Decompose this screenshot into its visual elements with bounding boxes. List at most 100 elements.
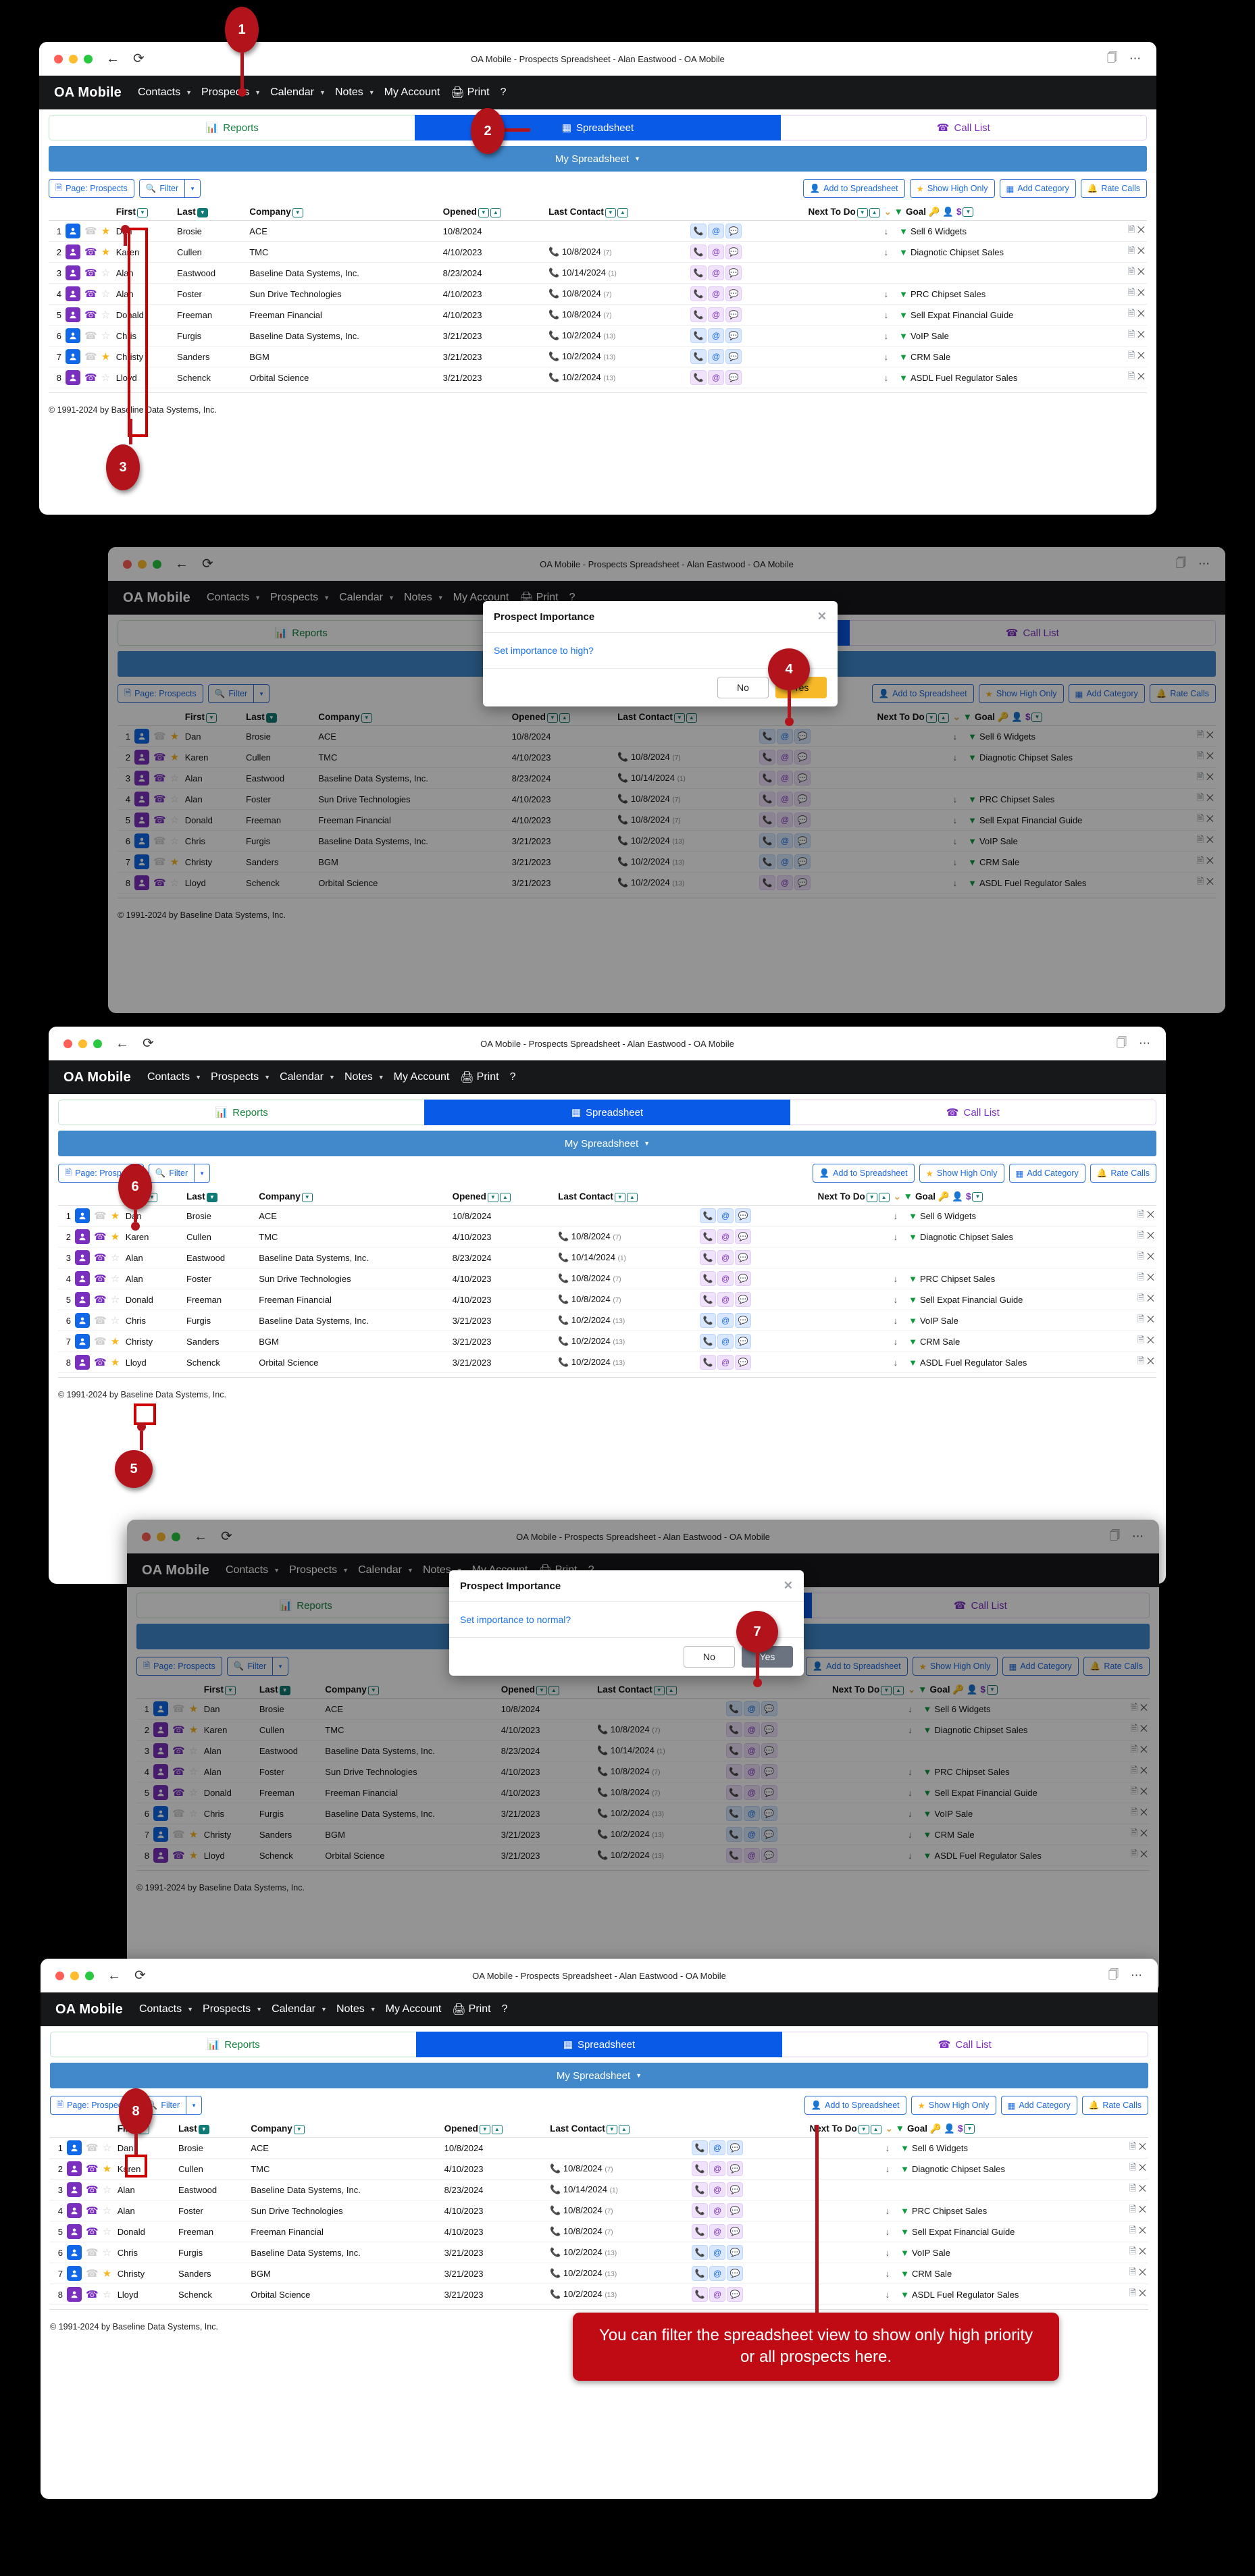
telephone-icon[interactable]: ☎ — [84, 267, 97, 279]
priority-star-icon[interactable]: ★ — [101, 247, 110, 258]
remove-row-icon[interactable]: ✕ — [1139, 2288, 1146, 2298]
chevron-down-icon[interactable]: ▼ — [274, 1567, 280, 1574]
nav-item-my-account[interactable]: My Account — [394, 1071, 450, 1083]
email-action-icon[interactable]: @ — [743, 1701, 760, 1716]
note-action-icon[interactable]: 💬 — [761, 1827, 777, 1842]
contact-avatar-icon[interactable] — [153, 1827, 168, 1842]
remove-row-icon[interactable]: ✕ — [1137, 266, 1145, 276]
nav-item-prospects[interactable]: Prospects — [270, 592, 318, 604]
contact-avatar-icon[interactable] — [66, 286, 80, 301]
telephone-icon[interactable]: ☎ — [94, 1210, 107, 1222]
contact-avatar-icon[interactable] — [134, 792, 149, 806]
window-controls[interactable] — [63, 1039, 102, 1048]
col-opened[interactable]: Opened ▼ ▲ — [498, 1682, 595, 1699]
nav-item-my-account[interactable]: My Account — [386, 2003, 442, 2015]
contact-avatar-icon[interactable] — [75, 1250, 90, 1265]
priority-star-icon[interactable]: ★ — [170, 731, 179, 742]
note-action-icon[interactable]: 💬 — [727, 2287, 744, 2302]
close-icon[interactable]: ✕ — [817, 610, 827, 623]
priority-star-icon[interactable]: ☆ — [111, 1273, 120, 1285]
note-action-icon[interactable]: 💬 — [735, 1250, 752, 1265]
minimize-window-dot[interactable] — [69, 54, 78, 63]
table-row[interactable]: 4 ☎ ☆ Alan Foster Sun Drive Technologies 4/10/… — [50, 2200, 1148, 2221]
email-action-icon[interactable]: @ — [708, 244, 725, 259]
tab-reports[interactable]: 📊 Reports — [49, 115, 415, 140]
call-action-icon[interactable]: 📞 — [700, 1229, 717, 1244]
note-action-icon[interactable]: 💬 — [725, 349, 742, 364]
add-category-button[interactable]: ▦ Add Category — [1068, 684, 1145, 703]
table-row[interactable]: 8 ☎ ☆ Lloyd Schenck Orbital Science 3/21/2023 📞… — [50, 2284, 1148, 2305]
document-icon[interactable]: 🗎 — [1137, 1314, 1144, 1324]
table-row[interactable]: 4 ☎ ☆ Alan Foster Sun Drive Technologies 4/10/… — [58, 1268, 1156, 1289]
col-goal[interactable]: ⌄ ▼ Goal 🔑 👤 $ ▼ — [950, 709, 1185, 726]
document-icon[interactable]: 🗎 — [1131, 1723, 1137, 1733]
contact-avatar-icon[interactable] — [134, 771, 149, 785]
sort-last-contact-asc-icon[interactable]: ▲ — [617, 207, 628, 217]
col-next-to-do[interactable]: Next To Do ▼ ▲ — [822, 709, 951, 726]
sort-opened-asc-icon[interactable]: ▲ — [490, 207, 501, 217]
call-action-icon[interactable]: 📞 — [725, 1764, 742, 1779]
priority-star-icon[interactable]: ☆ — [170, 794, 179, 805]
telephone-icon[interactable]: ☎ — [172, 1829, 185, 1840]
app-brand[interactable]: OA Mobile — [63, 1070, 131, 1085]
document-icon[interactable]: 🗎 — [1197, 750, 1204, 761]
call-action-icon[interactable]: 📞 — [700, 1334, 717, 1349]
contact-avatar-icon[interactable] — [67, 2266, 82, 2281]
sort-company-icon[interactable]: ▼ — [293, 2124, 305, 2134]
note-action-icon[interactable]: 💬 — [727, 2140, 744, 2155]
tab-call-list[interactable]: ☎ Call List — [790, 1100, 1156, 1125]
remove-row-icon[interactable]: ✕ — [1139, 2141, 1146, 2151]
document-icon[interactable]: 🗎 — [1129, 2267, 1136, 2277]
show-high-only-button[interactable]: ★ Show High Only — [978, 684, 1064, 703]
sort-last-icon[interactable]: ▼ — [279, 1685, 290, 1695]
sort-last-icon[interactable]: ▼ — [198, 2124, 209, 2134]
note-action-icon[interactable]: 💬 — [794, 771, 811, 785]
col-last[interactable]: Last ▼ — [175, 204, 248, 221]
remove-row-icon[interactable]: ✕ — [1147, 1356, 1154, 1366]
remove-row-icon[interactable]: ✕ — [1147, 1314, 1154, 1324]
email-action-icon[interactable]: @ — [743, 1764, 760, 1779]
table-row[interactable]: 2 ☎ ★ Karen Cullen TMC 4/10/2023 📞 10/8/2024 (7… — [136, 1719, 1150, 1741]
tab-call-list[interactable]: ☎ Call List — [849, 620, 1216, 646]
reader-view-icon[interactable]: 🗍 — [1107, 51, 1117, 68]
telephone-icon[interactable]: ☎ — [86, 2247, 99, 2259]
sort-first-icon[interactable]: ▼ — [205, 713, 217, 723]
remove-row-icon[interactable]: ✕ — [1137, 308, 1145, 318]
priority-star-icon[interactable]: ☆ — [189, 1766, 198, 1778]
col-last[interactable]: Last ▼ — [184, 1189, 257, 1206]
email-action-icon[interactable]: @ — [708, 265, 725, 280]
document-icon[interactable]: 🗎 — [1131, 1702, 1137, 1712]
contact-avatar-icon[interactable] — [153, 1722, 168, 1737]
col-last-contact[interactable]: Last Contact ▼ ▲ — [556, 1189, 698, 1206]
nav-item-calendar[interactable]: Calendar — [280, 1071, 324, 1083]
contact-avatar-icon[interactable] — [66, 224, 80, 238]
email-action-icon[interactable]: @ — [743, 1827, 760, 1842]
call-action-icon[interactable]: 📞 — [700, 1250, 717, 1265]
document-icon[interactable]: 🗎 — [1137, 1293, 1144, 1303]
call-action-icon[interactable]: 📞 — [690, 244, 707, 259]
contact-avatar-icon[interactable] — [153, 1848, 168, 1863]
nav-item-notes[interactable]: Notes — [336, 2003, 365, 2015]
call-action-icon[interactable]: 📞 — [690, 370, 707, 385]
reload-icon[interactable]: ⟳ — [143, 1037, 154, 1050]
telephone-icon[interactable]: ☎ — [84, 247, 97, 258]
sort-last-contact-asc-icon[interactable]: ▲ — [686, 713, 697, 723]
call-action-icon[interactable]: 📞 — [759, 813, 776, 827]
back-arrow-icon[interactable]: ← — [106, 52, 120, 66]
show-high-only-button[interactable]: ★ Show High Only — [912, 1657, 998, 1676]
sort-opened-asc-icon[interactable]: ▲ — [499, 1192, 511, 1202]
more-options-icon[interactable]: ⋯ — [1139, 1037, 1151, 1050]
email-action-icon[interactable]: @ — [777, 750, 794, 765]
telephone-icon[interactable]: ☎ — [86, 2163, 99, 2175]
telephone-icon[interactable]: ☎ — [172, 1808, 185, 1820]
telephone-icon[interactable]: ☎ — [84, 309, 97, 321]
close-icon[interactable]: ✕ — [784, 1579, 793, 1593]
call-action-icon[interactable]: 📞 — [725, 1785, 742, 1800]
document-icon[interactable]: 🗎 — [1197, 813, 1204, 823]
col-goal[interactable]: ⌄ ▼ Goal 🔑 👤 $ ▼ — [881, 204, 1116, 221]
contact-avatar-icon[interactable] — [66, 265, 80, 280]
col-last-contact[interactable]: Last Contact ▼ ▲ — [548, 2121, 690, 2138]
col-goal[interactable]: ⌄ ▼ Goal 🔑 👤 $ ▼ — [891, 1189, 1125, 1206]
filter-dropdown-button[interactable]: ▼ — [254, 684, 270, 703]
add-category-button[interactable]: ▦ Add Category — [999, 179, 1076, 198]
